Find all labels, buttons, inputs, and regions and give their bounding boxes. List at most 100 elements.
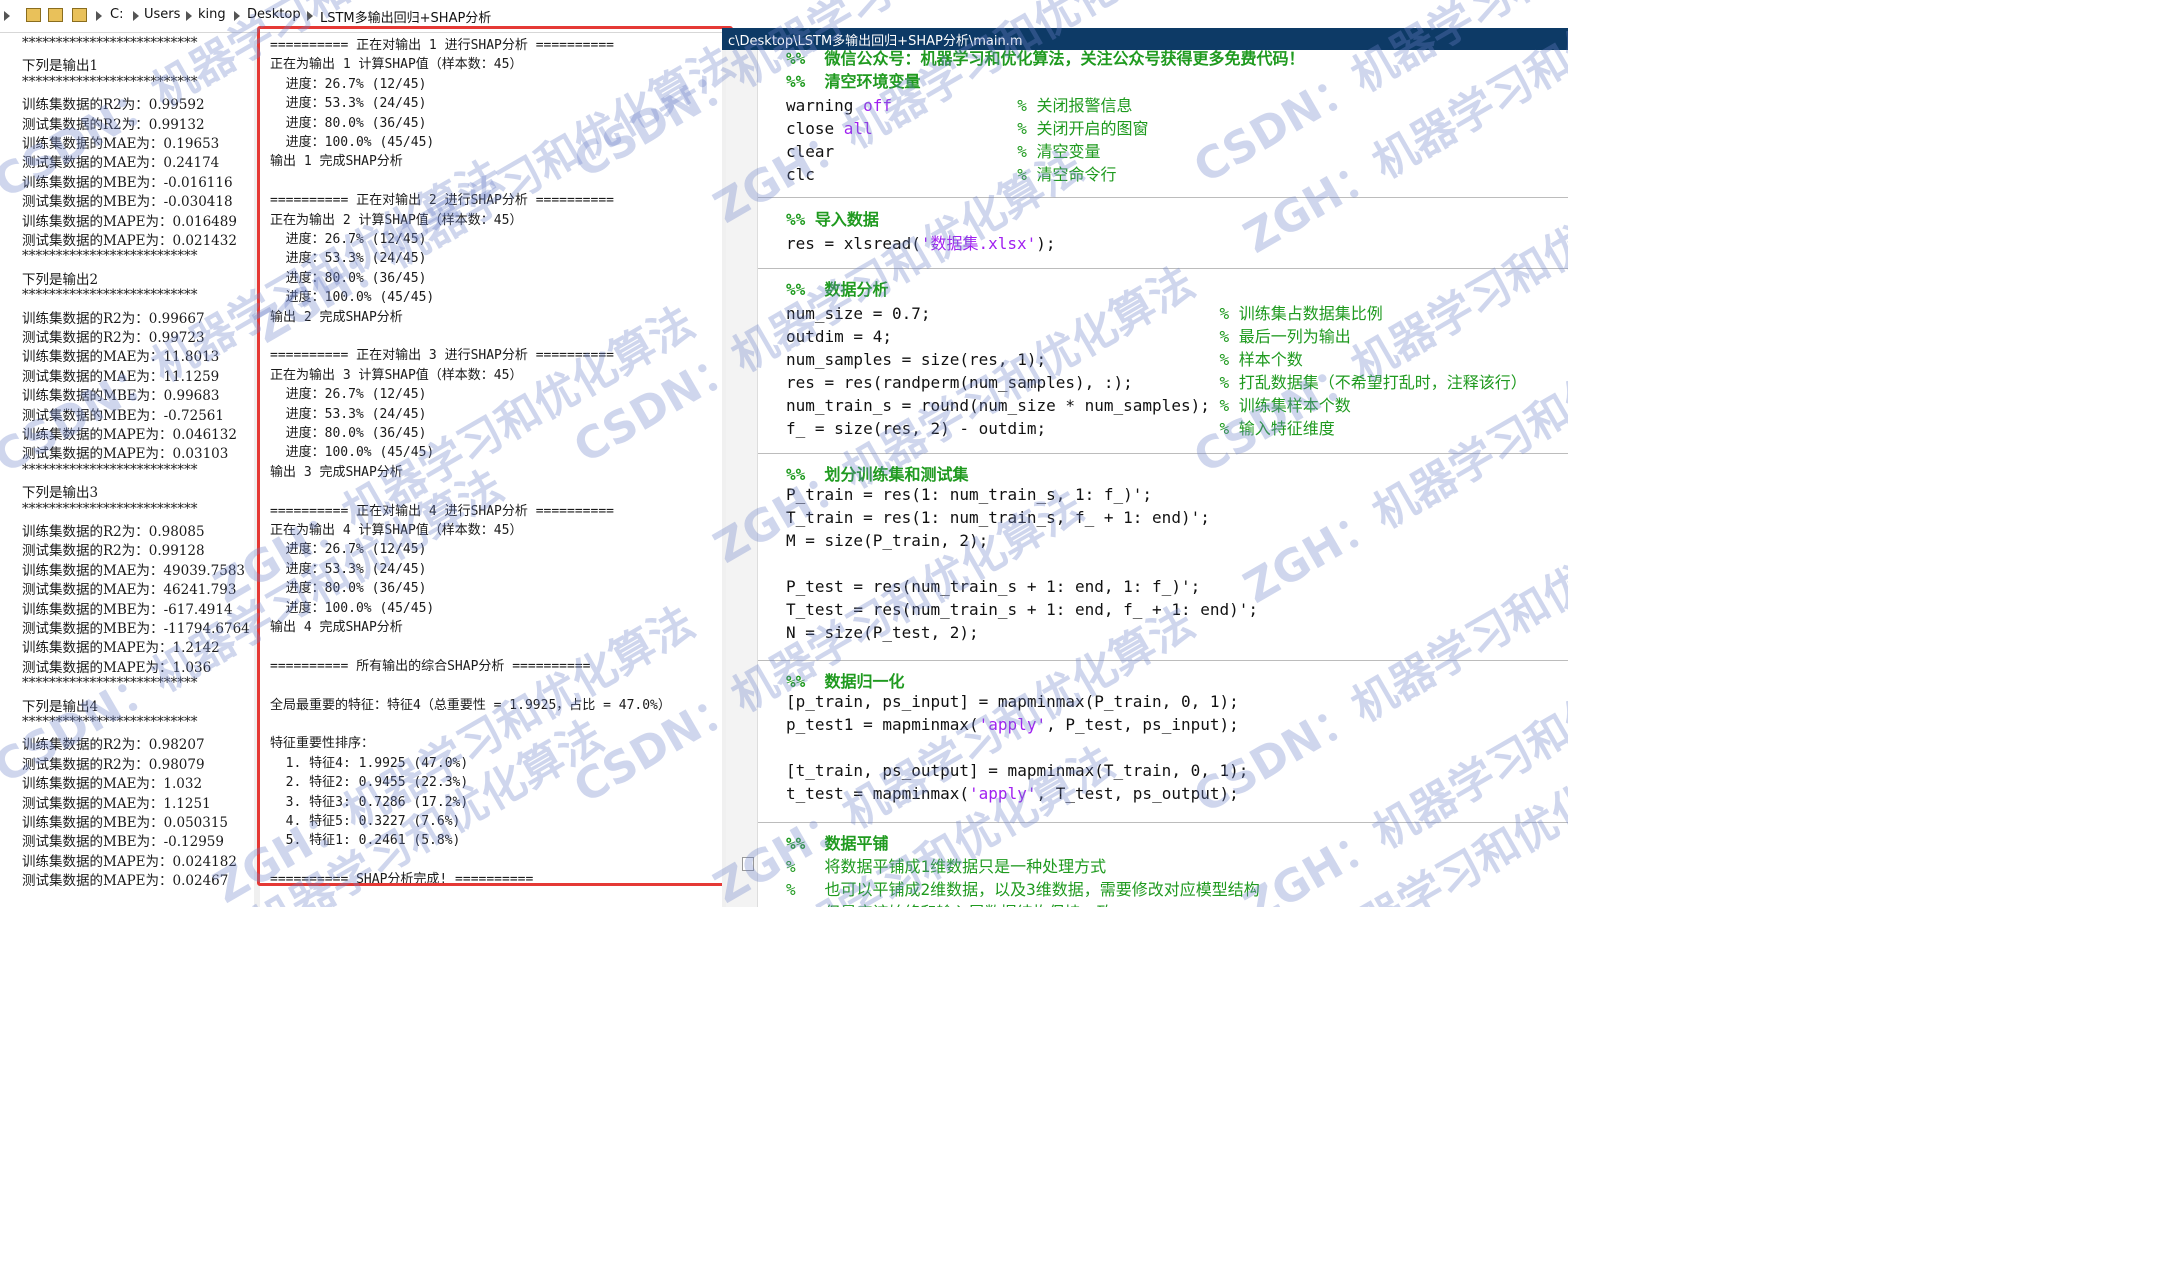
separator-line: ************************** [22,675,198,692]
code-literal: '数据集.xlsx' [920,234,1037,253]
chevron-right-icon [234,11,240,21]
code-comment: % 关闭开启的图窗 [1017,119,1149,138]
code-text: close [786,119,844,138]
metric-line: 测试集数据的MAPE为：0.03103 [22,446,229,463]
section-divider [758,453,1568,454]
section-comment: %% 数据归一化 [786,672,905,691]
chevron-right-icon [133,11,139,21]
code-line[interactable]: N = size(P_test, 2); [786,623,979,642]
code-editor[interactable]: %% 微信公众号：机器学习和优化算法，关注公众号获得更多免费代码！ %% 清空环境… [758,50,1568,907]
code-line[interactable]: num_samples = size(res, 1); % 样本个数 [786,346,1303,370]
section-comment: %% 划分训练集和测试集 [786,465,969,484]
code-line[interactable]: M = size(P_train, 2); [786,531,988,550]
code-text: f_ = size(res, 2) - outdim; [786,419,1220,438]
code-line[interactable]: num_train_s = round(num_size * num_sampl… [786,392,1351,416]
code-line[interactable]: %% 数据归一化 [786,668,905,692]
code-line[interactable]: % 将数据平铺成1维数据只是一种处理方式 [786,853,1106,877]
section-comment: %% 数据平铺 [786,834,889,853]
code-text: , P_test, ps_input); [1046,715,1239,734]
section-comment: %% 数据分析 [786,280,889,299]
code-line[interactable]: %% 导入数据 [786,206,879,230]
separator-line: ************************** [22,248,198,265]
back-arrow-icon[interactable] [4,11,10,21]
metric-line: 训练集数据的R2为：0.99667 [22,310,205,327]
code-line[interactable]: warning off % 关闭报警信息 [786,92,1132,116]
collapse-section-icon[interactable] [742,857,754,871]
code-line[interactable]: close all % 关闭开启的图窗 [786,115,1148,139]
code-text: warning [786,96,864,115]
section-divider [758,268,1568,269]
path-segment-user[interactable]: king [198,7,226,22]
output-heading: 下列是输出2 [22,271,99,288]
code-text: , T_test, ps_output); [1036,784,1239,803]
code-literal: 'apply' [969,784,1037,803]
metric-line: 训练集数据的MBE为：0.050315 [22,815,229,831]
code-line[interactable]: %% 清空环境变量 [786,68,921,92]
code-line[interactable]: %% 数据分析 [786,276,889,300]
path-segment-project[interactable]: LSTM多输出回归+SHAP分析 [320,7,491,26]
chevron-right-icon [186,11,192,21]
code-line[interactable]: % 也可以平铺成2维数据，以及3维数据，需要修改对应模型结构 [786,876,1260,900]
metric-line: 训练集数据的MAPE为：0.024182 [22,853,237,870]
metric-line: 测试集数据的MBE为：-0.12959 [22,834,224,851]
metric-line: 测试集数据的R2为：0.98079 [22,756,205,773]
section-comment: %% 导入数据 [786,210,879,229]
code-line[interactable]: %% 微信公众号：机器学习和优化算法，关注公众号获得更多免费代码！ [786,50,1305,69]
metrics-output-pane[interactable]: ************************** 下列是输出1 ********… [0,33,254,907]
code-line[interactable]: %% 划分训练集和测试集 [786,461,969,485]
code-line[interactable]: t_test = mapminmax('apply', T_test, ps_o… [786,784,1239,803]
section-divider [758,822,1568,823]
separator-line: ************************** [22,461,198,478]
metric-line: 测试集数据的MAE为：46241.793 [22,582,237,599]
code-text: num_size = 0.7; [786,304,1220,323]
code-text: P_test = res(num_train_s + 1: end, 1: f_… [786,577,1201,596]
metric-line: 测试集数据的R2为：0.99132 [22,116,205,133]
code-text: t_test = mapminmax( [786,784,970,803]
folder-up-icon[interactable] [26,8,41,22]
code-line[interactable]: [p_train, ps_input] = mapminmax(P_train,… [786,692,1239,711]
code-line[interactable]: [t_train, ps_output] = mapminmax(T_train… [786,761,1248,780]
code-comment: % 清空变量 [1017,142,1101,161]
path-segment-desktop[interactable]: Desktop [247,7,301,22]
code-text: M = size(P_train, 2); [786,531,989,550]
code-line[interactable]: % 但是应该始终和输入层数据结构保持一致 [786,899,1113,907]
path-segment-users[interactable]: Users [144,7,180,22]
browse-folder-icon[interactable] [48,8,63,22]
code-text: T_test = res(num_train_s + 1: end, f_ + … [786,600,1259,619]
output-heading: 下列是输出3 [22,485,99,502]
code-line[interactable]: %% 数据平铺 [786,830,889,854]
code-line[interactable]: T_train = res(1: num_train_s, f_ + 1: en… [786,508,1210,527]
separator-line: ************************** [22,73,198,90]
chevron-right-icon [307,11,313,21]
editor-gutter[interactable] [726,50,758,907]
path-segment-drive[interactable]: C: [110,7,123,22]
code-line[interactable]: num_size = 0.7; % 训练集占数据集比例 [786,300,1383,324]
metric-line: 训练集数据的MAE为：1.032 [22,776,203,793]
code-line[interactable]: outdim = 4; % 最后一列为输出 [786,323,1351,347]
separator-line: ************************** [22,714,198,730]
code-line[interactable]: f_ = size(res, 2) - outdim; % 输入特征维度 [786,415,1335,439]
code-literal: 'apply' [978,715,1047,734]
code-line[interactable]: res = res(randperm(num_samples), :); % 打… [786,369,1527,393]
metric-line: 训练集数据的MAPE为：1.2142 [22,640,220,657]
editor-title-bar[interactable]: c\Desktop\LSTM多输出回归+SHAP分析\main.m [722,28,1568,50]
metric-line: 训练集数据的MAE为：11.8013 [22,349,220,366]
code-line[interactable]: clear % 清空变量 [786,138,1100,162]
code-text: res = xlsread( [786,234,921,253]
code-line[interactable]: T_test = res(num_train_s + 1: end, f_ + … [786,600,1258,619]
code-line[interactable]: P_train = res(1: num_train_s, 1: f_)'; [786,485,1152,504]
metric-line: 训练集数据的R2为：0.98207 [22,737,205,754]
code-text: [t_train, ps_output] = mapminmax(T_train… [786,761,1249,780]
code-line[interactable]: p_test1 = mapminmax('apply', P_test, ps_… [786,715,1239,734]
metric-line: 训练集数据的MAE为：49039.7583 [22,562,246,579]
separator-line: ************************** [22,35,198,51]
code-line[interactable]: clc % 清空命令行 [786,161,1116,185]
metric-line: 测试集数据的MAE为：11.1259 [22,368,220,385]
code-line[interactable]: P_test = res(num_train_s + 1: end, 1: f_… [786,577,1200,596]
code-comment: % 训练集样本个数 [1219,396,1351,415]
metric-line: 训练集数据的MBE为：-617.4914 [22,601,233,618]
metric-line: 测试集数据的MAPE为：1.036 [22,659,212,676]
section-divider [758,197,1568,198]
code-comment: % 最后一列为输出 [1219,327,1351,346]
code-line[interactable]: res = xlsread('数据集.xlsx'); [786,230,1056,254]
